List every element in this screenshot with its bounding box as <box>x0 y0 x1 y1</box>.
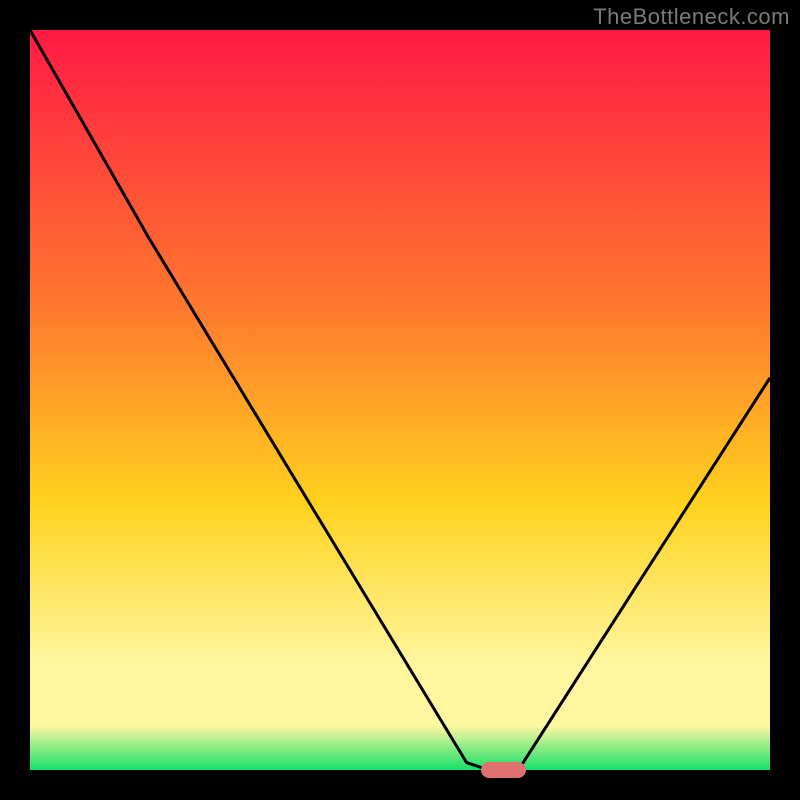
chart-frame: TheBottleneck.com <box>0 0 800 800</box>
plot-svg <box>30 30 770 770</box>
optimal-marker <box>481 762 525 778</box>
watermark-label: TheBottleneck.com <box>593 4 790 30</box>
plot-area <box>30 30 770 770</box>
gradient-background <box>30 30 770 770</box>
